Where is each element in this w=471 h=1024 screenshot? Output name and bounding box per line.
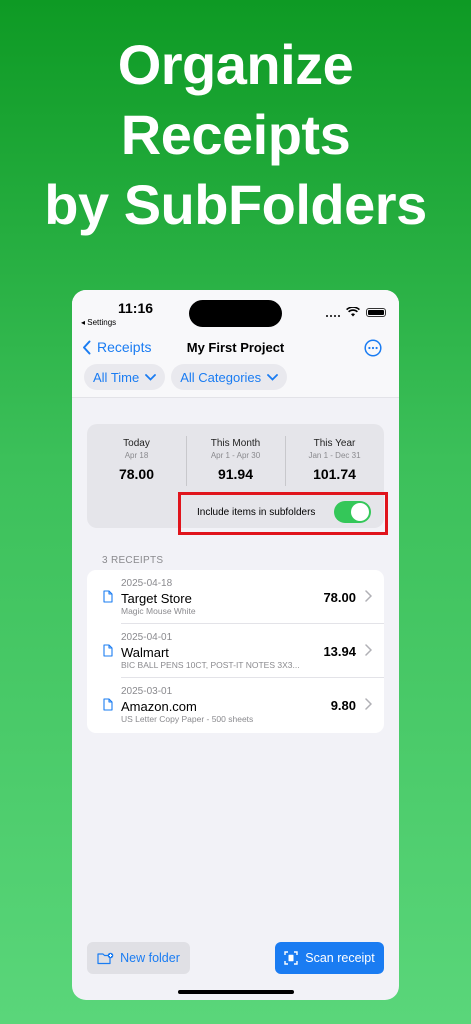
receipt-row[interactable]: 2025-03-01 Amazon.com US Letter Copy Pap… xyxy=(87,678,384,732)
summary-month-value: 91.94 xyxy=(217,466,254,482)
receipt-merchant: Target Store xyxy=(121,591,192,606)
summary-month-label: This Month xyxy=(210,438,261,449)
receipt-items: BIC BALL PENS 10CT, POST-IT NOTES 3X3... xyxy=(121,660,300,670)
toggle-knob xyxy=(351,503,369,521)
summary-today-label: Today xyxy=(123,438,150,449)
marketing-headline: Organize Receipts by SubFolders xyxy=(0,30,471,240)
chevron-down-icon xyxy=(145,373,157,381)
ellipsis-circle-icon[interactable] xyxy=(364,339,382,357)
receipts-list: 2025-04-18 Target Store Magic Mouse Whit… xyxy=(87,570,384,733)
dynamic-island xyxy=(189,300,282,327)
back-to-app-link[interactable]: ◂ Settings xyxy=(81,318,116,327)
summary-year-range: Jan 1 - Dec 31 xyxy=(308,451,361,460)
receipt-date: 2025-04-18 xyxy=(121,578,173,589)
headline-line-1: Organize xyxy=(117,33,354,96)
new-folder-button[interactable]: New folder xyxy=(87,942,190,974)
subfolders-toggle-label: Include items in subfolders xyxy=(197,507,316,518)
subfolders-toggle[interactable] xyxy=(334,501,371,523)
receipt-amount: 9.80 xyxy=(330,698,356,713)
wifi-icon xyxy=(346,307,360,317)
receipt-merchant: Walmart xyxy=(121,645,169,660)
battery-icon xyxy=(366,307,386,317)
headline-line-2: Receipts xyxy=(120,103,351,166)
receipt-amount: 78.00 xyxy=(323,590,356,605)
summary-year-label: This Year xyxy=(313,438,356,449)
phone-screen: 11:16 ◂ Settings Receipts My First Proje… xyxy=(72,290,399,1000)
chevron-down-icon xyxy=(267,373,279,381)
receipt-merchant: Amazon.com xyxy=(121,699,197,714)
status-icons xyxy=(326,307,386,317)
receipt-date: 2025-04-01 xyxy=(121,632,173,643)
scan-receipt-button[interactable]: Scan receipt xyxy=(275,942,384,974)
document-icon xyxy=(103,698,113,711)
filter-category-dropdown[interactable]: All Categories xyxy=(171,364,288,390)
page-title: My First Project xyxy=(186,340,285,355)
summary-today-value: 78.00 xyxy=(118,466,155,482)
top-bar: 11:16 ◂ Settings Receipts My First Proje… xyxy=(72,290,399,398)
chevron-right-icon xyxy=(365,590,372,602)
summary-month-range: Apr 1 - Apr 30 xyxy=(210,451,261,460)
summary-year: This Year Jan 1 - Dec 31 101.74 xyxy=(285,438,384,482)
filter-bar: All Time All Categories xyxy=(84,364,288,390)
status-time: 11:16 xyxy=(118,300,154,316)
receipt-items: US Letter Copy Paper - 500 sheets xyxy=(121,714,254,724)
new-folder-label: New folder xyxy=(120,951,180,965)
chevron-right-icon xyxy=(365,644,372,656)
home-indicator xyxy=(178,990,294,994)
scan-receipt-label: Scan receipt xyxy=(305,951,375,965)
filter-category-label: All Categories xyxy=(180,369,262,385)
scan-icon xyxy=(284,951,298,965)
receipts-section-header: 3 RECEIPTS xyxy=(102,555,164,566)
chevron-right-icon xyxy=(365,698,372,710)
filter-time-label: All Time xyxy=(93,369,140,385)
summary-year-value: 101.74 xyxy=(313,466,356,482)
folder-add-icon xyxy=(97,952,114,964)
signal-icon xyxy=(326,308,340,317)
receipt-row[interactable]: 2025-04-18 Target Store Magic Mouse Whit… xyxy=(87,570,384,624)
receipt-amount: 13.94 xyxy=(323,644,356,659)
receipt-row[interactable]: 2025-04-01 Walmart BIC BALL PENS 10CT, P… xyxy=(87,624,384,678)
receipt-items: Magic Mouse White xyxy=(121,606,196,616)
receipt-date: 2025-03-01 xyxy=(121,686,173,697)
document-icon xyxy=(103,590,113,603)
summary-today: Today Apr 18 78.00 xyxy=(87,438,186,482)
summary-month: This Month Apr 1 - Apr 30 91.94 xyxy=(186,438,285,482)
filter-time-dropdown[interactable]: All Time xyxy=(84,364,166,390)
headline-line-3: by SubFolders xyxy=(44,173,427,236)
summary-today-range: Apr 18 xyxy=(124,451,149,460)
document-icon xyxy=(103,644,113,657)
